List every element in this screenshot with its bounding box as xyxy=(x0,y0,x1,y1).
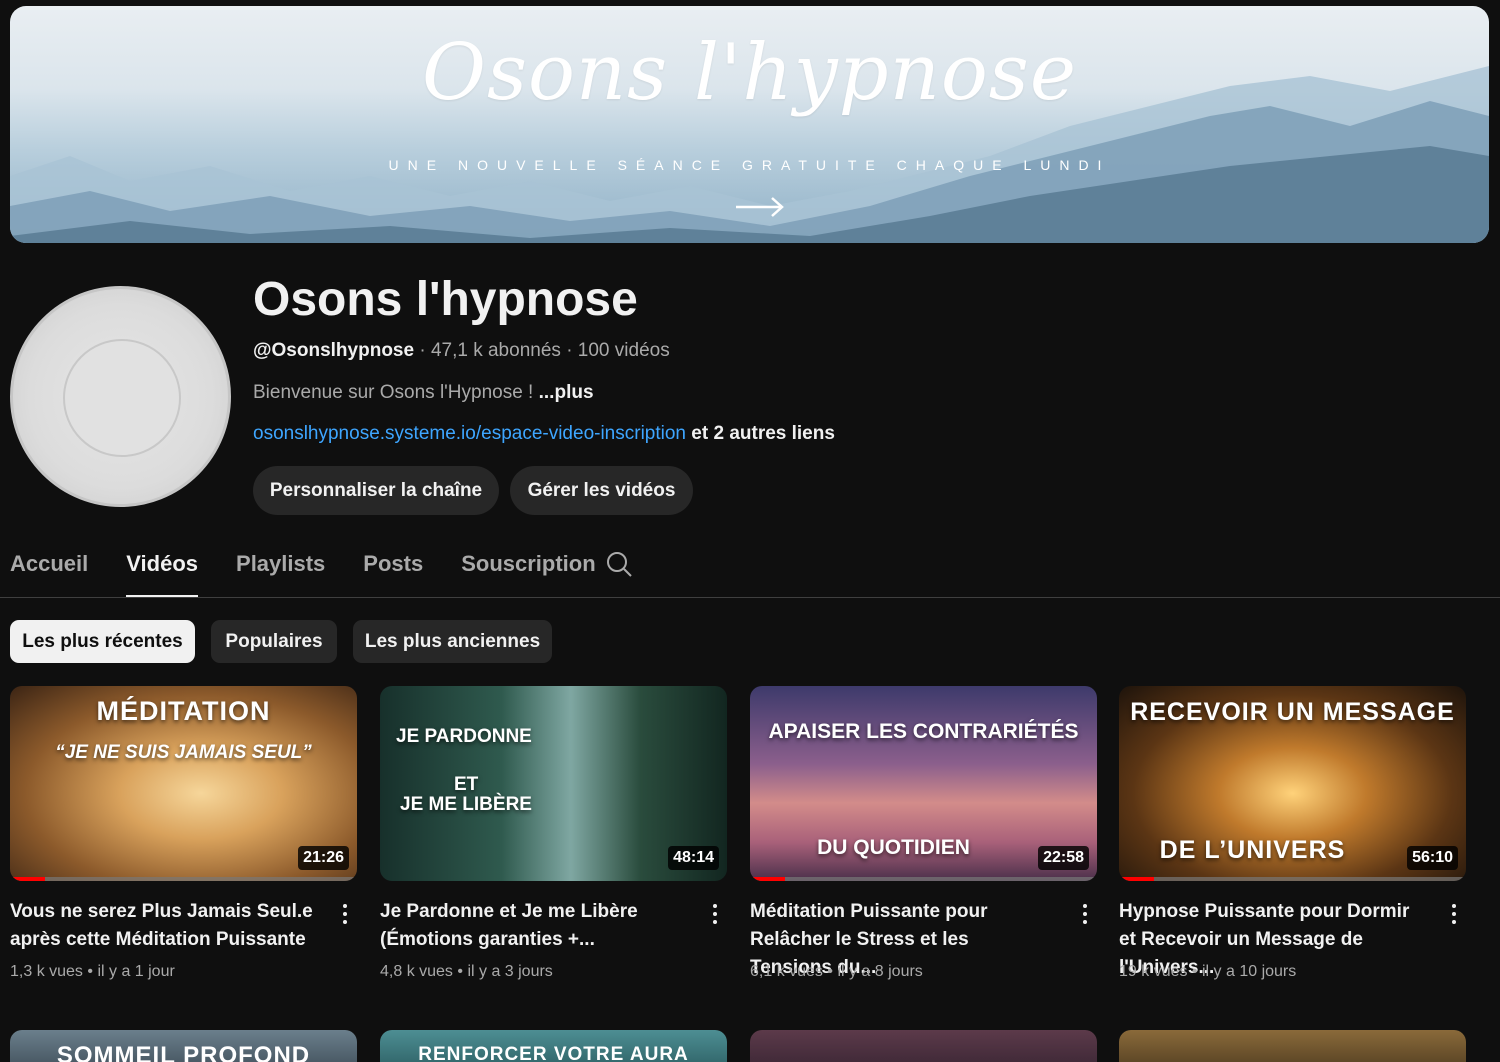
tab-accueil[interactable]: Accueil xyxy=(10,548,88,598)
more-vert-icon[interactable] xyxy=(1446,902,1462,926)
video-thumbnail[interactable] xyxy=(750,1030,1097,1062)
video-card[interactable]: JE PARDONNE ET JE ME LIBÈRE 48:14 Je Par… xyxy=(380,686,727,980)
video-age: il y a 8 jours xyxy=(837,963,923,980)
channel-tabs: Accueil Vidéos Playlists Posts Souscript… xyxy=(10,548,634,598)
thumbnail-text: “JE NE SUIS JAMAIS SEUL” xyxy=(55,742,312,763)
video-thumbnail[interactable]: RENFORCER VOTRE AURA xyxy=(380,1030,727,1062)
channel-links: osonslhypnose.systeme.io/espace-video-in… xyxy=(253,423,835,445)
video-thumbnail[interactable]: JE PARDONNE ET JE ME LIBÈRE 48:14 xyxy=(380,686,727,881)
banner-subtitle: UNE NOUVELLE SÉANCE GRATUITE CHAQUE LUND… xyxy=(388,157,1111,173)
video-count: 100 vidéos xyxy=(577,340,670,361)
more-vert-icon[interactable] xyxy=(707,902,723,926)
video-age: il y a 3 jours xyxy=(467,963,553,980)
video-duration: 22:58 xyxy=(1038,846,1089,870)
description-more-link[interactable]: ...plus xyxy=(539,382,594,403)
video-thumbnail[interactable]: SOMMEIL PROFOND xyxy=(10,1030,357,1062)
video-card[interactable]: APAISER LES CONTRARIÉTÉS DU QUOTIDIEN 22… xyxy=(750,686,1097,980)
description-text: Bienvenue sur Osons l'Hypnose ! xyxy=(253,382,539,403)
chip-oldest[interactable]: Les plus anciennes xyxy=(353,620,552,663)
video-age: il y a 1 jour xyxy=(97,963,175,980)
chip-most-recent[interactable]: Les plus récentes xyxy=(10,620,195,663)
channel-handle: @Osonslhypnose xyxy=(253,340,415,361)
video-meta: 1,3 k vues • il y a 1 jour xyxy=(10,963,175,980)
video-duration: 56:10 xyxy=(1407,846,1458,870)
video-thumbnail[interactable]: RECEVOIR UN MESSAGE DE L’UNIVERS 56:10 xyxy=(1119,686,1466,881)
watch-progress-track xyxy=(750,877,1097,881)
video-thumbnail[interactable]: MÉDITATION “JE NE SUIS JAMAIS SEUL” 21:2… xyxy=(10,686,357,881)
tab-playlists[interactable]: Playlists xyxy=(236,548,325,598)
channel-external-link[interactable]: osonslhypnose.systeme.io/espace-video-in… xyxy=(253,423,686,444)
video-card[interactable]: MÉDITATION “JE NE SUIS JAMAIS SEUL” 21:2… xyxy=(10,686,357,980)
thumbnail-text: MÉDITATION xyxy=(96,696,271,726)
video-title[interactable]: Je Pardonne et Je me Libère (Émotions ga… xyxy=(380,898,685,954)
subscriber-count: 47,1 k abonnés xyxy=(430,340,561,361)
meta-separator: · xyxy=(566,340,578,361)
tab-videos[interactable]: Vidéos xyxy=(126,548,198,598)
tab-souscription[interactable]: Souscription xyxy=(461,548,595,598)
thumbnail-text: JE ME LIBÈRE xyxy=(400,794,532,815)
video-meta: 4,8 k vues • il y a 3 jours xyxy=(380,963,553,980)
watch-progress-track xyxy=(1119,877,1466,881)
tab-posts[interactable]: Posts xyxy=(363,548,423,598)
avatar-placeholder-icon xyxy=(63,339,181,457)
tabs-divider xyxy=(0,597,1500,598)
search-icon[interactable] xyxy=(606,551,632,577)
video-duration: 21:26 xyxy=(298,846,349,870)
video-title[interactable]: Vous ne serez Plus Jamais Seul.e après c… xyxy=(10,898,315,954)
thumbnail-text: SOMMEIL PROFOND xyxy=(56,1042,311,1062)
watch-progress xyxy=(750,877,785,881)
video-duration: 48:14 xyxy=(668,846,719,870)
other-links-button[interactable]: et 2 autres liens xyxy=(686,423,835,444)
channel-banner: Osons l'hypnose UNE NOUVELLE SÉANCE GRAT… xyxy=(10,6,1489,243)
more-vert-icon[interactable] xyxy=(337,902,353,926)
video-meta: 19 k vues • il y a 10 jours xyxy=(1119,963,1297,980)
view-count: 1,3 k vues xyxy=(10,963,83,980)
video-age: il y a 10 jours xyxy=(1201,963,1297,980)
meta-separator: · xyxy=(419,340,431,361)
watch-progress xyxy=(1119,877,1154,881)
view-count: 6,1 k vues xyxy=(750,963,823,980)
thumbnail-text: JE PARDONNE xyxy=(396,726,532,747)
channel-description[interactable]: Bienvenue sur Osons l'Hypnose ! ...plus xyxy=(253,382,594,404)
more-vert-icon[interactable] xyxy=(1077,902,1093,926)
video-meta: 6,1 k vues • il y a 8 jours xyxy=(750,963,923,980)
thumbnail-text: APAISER LES CONTRARIÉTÉS xyxy=(768,720,1079,743)
channel-meta: @Osonslhypnose · 47,1 k abonnés · 100 vi… xyxy=(253,340,670,362)
view-count: 19 k vues xyxy=(1119,963,1188,980)
channel-avatar[interactable] xyxy=(10,286,231,507)
thumbnail-text: ET xyxy=(454,774,479,795)
watch-progress-track xyxy=(10,877,357,881)
watch-progress xyxy=(10,877,45,881)
customize-channel-button[interactable]: Personnaliser la chaîne xyxy=(253,466,499,515)
video-thumbnail[interactable]: APAISER LES CONTRARIÉTÉS DU QUOTIDIEN 22… xyxy=(750,686,1097,881)
manage-videos-button[interactable]: Gérer les vidéos xyxy=(510,466,693,515)
thumbnail-text: RECEVOIR UN MESSAGE xyxy=(1130,698,1455,726)
thumbnail-text: RENFORCER VOTRE AURA xyxy=(418,1044,689,1062)
banner-title: Osons l'hypnose xyxy=(422,28,1077,118)
arrow-right-icon xyxy=(736,197,784,217)
video-card[interactable]: RECEVOIR UN MESSAGE DE L’UNIVERS 56:10 H… xyxy=(1119,686,1466,980)
chip-popular[interactable]: Populaires xyxy=(211,620,337,663)
view-count: 4,8 k vues xyxy=(380,963,453,980)
video-thumbnail[interactable] xyxy=(1119,1030,1466,1062)
channel-name: Osons l'hypnose xyxy=(253,273,638,326)
